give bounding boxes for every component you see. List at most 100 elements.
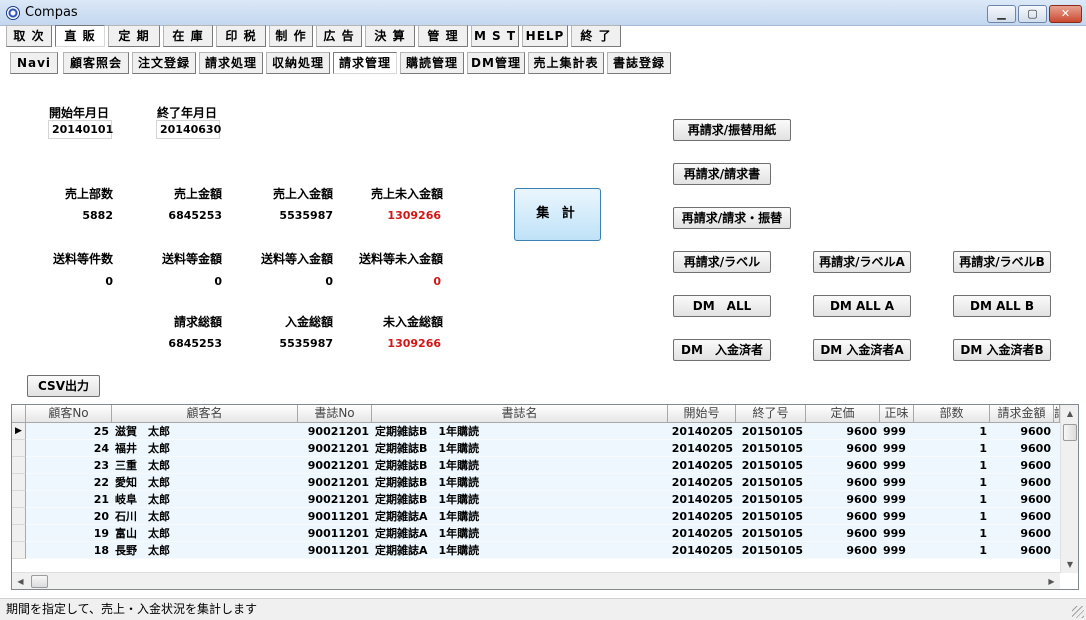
cell-net[interactable]: 999: [880, 423, 914, 440]
cell-biblio-no[interactable]: 90011201: [298, 542, 372, 559]
rebill-label-a-button[interactable]: 再請求/ラベルA: [813, 251, 911, 273]
cell-copies[interactable]: 1: [914, 457, 990, 474]
cell-billed-amount[interactable]: 9600: [990, 440, 1054, 457]
cell-biblio-no[interactable]: 90011201: [298, 525, 372, 542]
dm-all-b-button[interactable]: DM ALL B: [953, 295, 1051, 317]
submenu-subscription-management[interactable]: 購読管理: [400, 52, 464, 74]
horizontal-scroll-thumb[interactable]: [31, 575, 48, 588]
scroll-down-icon[interactable]: ▼: [1061, 556, 1078, 573]
cell-biblio-name[interactable]: 定期雑誌B 1年購読: [372, 474, 668, 491]
submenu-billing-management[interactable]: 請求管理: [333, 52, 397, 74]
table-row[interactable]: ▶ 25 滋賀 太郎 90021201 定期雑誌B 1年購読 20140205 201501…: [12, 423, 1060, 440]
submenu-customer-inquiry[interactable]: 顧客照会: [63, 52, 129, 74]
aggregate-button[interactable]: 集 計: [514, 188, 601, 241]
menu-help[interactable]: HELP: [522, 25, 568, 47]
menu-shuryo[interactable]: 終 了: [571, 25, 621, 47]
dm-all-a-button[interactable]: DM ALL A: [813, 295, 911, 317]
rebill-label-b-button[interactable]: 再請求/ラベルB: [953, 251, 1051, 273]
cell-biblio-no[interactable]: 90021201: [298, 457, 372, 474]
cell-copies[interactable]: 1: [914, 474, 990, 491]
dm-paid-b-button[interactable]: DM 入金済者B: [953, 339, 1051, 361]
cell-biblio-no[interactable]: 90021201: [298, 440, 372, 457]
cell-start-issue[interactable]: 20140205: [668, 440, 736, 457]
cell-customer-no[interactable]: 23: [26, 457, 112, 474]
menu-koukoku[interactable]: 広 告: [316, 25, 362, 47]
cell-start-issue[interactable]: 20140205: [668, 525, 736, 542]
scroll-left-icon[interactable]: ◀: [12, 573, 29, 589]
cell-net[interactable]: 999: [880, 474, 914, 491]
menu-zaiko[interactable]: 在 庫: [163, 25, 213, 47]
cell-customer-no[interactable]: 24: [26, 440, 112, 457]
dm-paid-a-button[interactable]: DM 入金済者A: [813, 339, 911, 361]
cell-biblio-name[interactable]: 定期雑誌A 1年購読: [372, 508, 668, 525]
table-row[interactable]: 19 富山 太郎 90011201 定期雑誌A 1年購読 20140205 2015010…: [12, 525, 1060, 542]
cell-end-issue[interactable]: 20150105: [736, 542, 806, 559]
submenu-billing-process[interactable]: 請求処理: [199, 52, 263, 74]
cell-start-issue[interactable]: 20140205: [668, 491, 736, 508]
row-selector[interactable]: [12, 440, 26, 457]
col-header-biblio-no[interactable]: 書誌No: [298, 405, 372, 423]
col-header-customer-no[interactable]: 顧客No: [26, 405, 112, 423]
table-row[interactable]: 21 岐阜 太郎 90021201 定期雑誌B 1年購読 20140205 2015010…: [12, 491, 1060, 508]
vertical-scroll-thumb[interactable]: [1063, 424, 1077, 441]
cell-billed-amount[interactable]: 9600: [990, 525, 1054, 542]
end-date-input[interactable]: 20140630: [156, 120, 221, 139]
billing-grid[interactable]: 顧客No 顧客名 書誌No 書誌名 開始号 終了号 定価 正味 部数 請求金額 …: [11, 404, 1079, 590]
cell-billed-amount[interactable]: 9600: [990, 474, 1054, 491]
cell-net[interactable]: 999: [880, 440, 914, 457]
cell-start-issue[interactable]: 20140205: [668, 542, 736, 559]
cell-list-price[interactable]: 9600: [806, 440, 880, 457]
col-header-list-price[interactable]: 定価: [806, 405, 880, 423]
cell-biblio-no[interactable]: 90021201: [298, 491, 372, 508]
col-header-billed-amount[interactable]: 請求金額: [990, 405, 1054, 423]
cell-biblio-name[interactable]: 定期雑誌A 1年購読: [372, 542, 668, 559]
cell-copies[interactable]: 1: [914, 542, 990, 559]
submenu-collection-process[interactable]: 収納処理: [266, 52, 330, 74]
cell-copies[interactable]: 1: [914, 525, 990, 542]
cell-billed-amount[interactable]: 9600: [990, 457, 1054, 474]
cell-start-issue[interactable]: 20140205: [668, 508, 736, 525]
cell-end-issue[interactable]: 20150105: [736, 491, 806, 508]
cell-billed-amount[interactable]: 9600: [990, 542, 1054, 559]
cell-customer-no[interactable]: 21: [26, 491, 112, 508]
row-selector[interactable]: [12, 525, 26, 542]
cell-customer-no[interactable]: 20: [26, 508, 112, 525]
cell-list-price[interactable]: 9600: [806, 525, 880, 542]
cell-end-issue[interactable]: 20150105: [736, 508, 806, 525]
submenu-dm-management[interactable]: DM管理: [467, 52, 525, 74]
menu-kanri[interactable]: 管 理: [418, 25, 468, 47]
cell-customer-name[interactable]: 石川 太郎: [112, 508, 298, 525]
cell-biblio-name[interactable]: 定期雑誌A 1年購読: [372, 525, 668, 542]
table-row[interactable]: 22 愛知 太郎 90021201 定期雑誌B 1年購読 20140205 2015010…: [12, 474, 1060, 491]
cell-biblio-name[interactable]: 定期雑誌B 1年購読: [372, 423, 668, 440]
minimize-button[interactable]: ▁: [987, 5, 1016, 23]
cell-customer-no[interactable]: 18: [26, 542, 112, 559]
cell-customer-name[interactable]: 滋賀 太郎: [112, 423, 298, 440]
dm-all-button[interactable]: DM ALL: [673, 295, 771, 317]
resize-grip-icon[interactable]: [1072, 606, 1084, 618]
cell-billed-amount[interactable]: 9600: [990, 423, 1054, 440]
cell-customer-no[interactable]: 19: [26, 525, 112, 542]
cell-copies[interactable]: 1: [914, 491, 990, 508]
menu-mst[interactable]: M S T: [471, 25, 519, 47]
horizontal-scrollbar[interactable]: ◀ ▶: [12, 572, 1060, 589]
csv-export-button[interactable]: CSV出力: [27, 375, 100, 397]
menu-torigi[interactable]: 取 次: [6, 25, 52, 47]
table-row[interactable]: 24 福井 太郎 90021201 定期雑誌B 1年購読 20140205 2015010…: [12, 440, 1060, 457]
submenu-sales-summary[interactable]: 売上集計表: [528, 52, 604, 74]
cell-biblio-name[interactable]: 定期雑誌B 1年購読: [372, 440, 668, 457]
cell-start-issue[interactable]: 20140205: [668, 423, 736, 440]
cell-net[interactable]: 999: [880, 508, 914, 525]
rebill-transfer-form-button[interactable]: 再請求/振替用紙: [673, 119, 791, 141]
cell-biblio-no[interactable]: 90021201: [298, 474, 372, 491]
cell-copies[interactable]: 1: [914, 508, 990, 525]
cell-list-price[interactable]: 9600: [806, 423, 880, 440]
row-selector[interactable]: [12, 542, 26, 559]
cell-list-price[interactable]: 9600: [806, 542, 880, 559]
vertical-scrollbar[interactable]: ▲ ▼: [1060, 405, 1078, 573]
menu-inzei[interactable]: 印 税: [216, 25, 266, 47]
menu-seisaku[interactable]: 制 作: [269, 25, 313, 47]
col-header-copies[interactable]: 部数: [914, 405, 990, 423]
submenu-order-entry[interactable]: 注文登録: [132, 52, 196, 74]
cell-customer-no[interactable]: 22: [26, 474, 112, 491]
